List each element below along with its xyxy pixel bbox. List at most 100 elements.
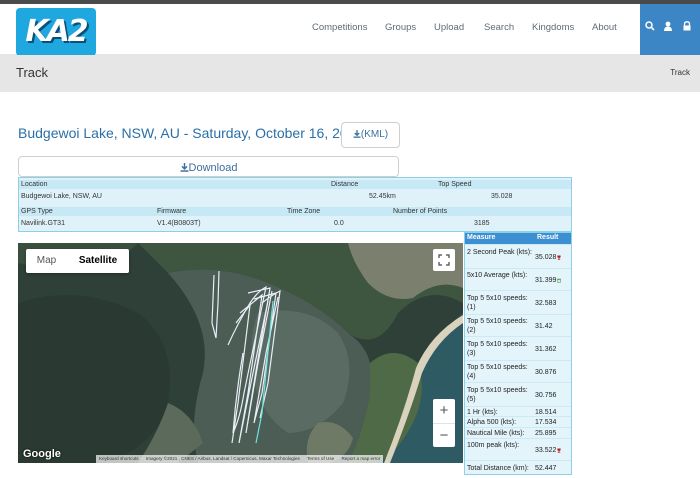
stats-table: Measure Result 2 Second Peak (kts): 35.02…: [464, 232, 572, 475]
nav-competitions[interactable]: Competitions: [312, 4, 367, 55]
stats-measure: Total Distance (km):: [467, 464, 529, 472]
stats-result-value: 31.42: [535, 322, 553, 330]
search-icon[interactable]: [644, 21, 656, 33]
fullscreen-button[interactable]: [433, 249, 455, 271]
imagery-credit: Imagery ©2021 , CNES / Airbus, Landsat /…: [145, 456, 300, 461]
tab-map[interactable]: Map: [26, 249, 67, 273]
nav-about[interactable]: About: [592, 4, 617, 55]
info-header-location: Location: [21, 181, 48, 188]
stats-row: 100m peak (kts): 33.522: [465, 438, 571, 460]
download-icon: [353, 130, 361, 138]
info-header-points: Number of Points: [393, 208, 448, 215]
zoom-controls: + −: [433, 399, 455, 447]
stats-header-row: Measure Result: [465, 233, 571, 244]
stats-result: 25.895: [535, 429, 556, 438]
stats-measure: Top 5 5x10 speeds: (2): [467, 318, 528, 334]
stats-measure: Alpha 500 (kts):: [467, 419, 517, 426]
nav-upload[interactable]: Upload: [434, 4, 464, 55]
header-icon-bar: [640, 4, 700, 55]
info-points-value: 3185: [474, 220, 490, 227]
stats-result-value: 30.876: [535, 368, 557, 376]
zoom-out-button[interactable]: −: [433, 423, 455, 447]
logo-text: KA2: [25, 14, 88, 49]
info-header-row-1: [19, 180, 571, 189]
stats-row: Nautical Mile (kts): 25.895: [465, 427, 571, 438]
map-attribution: Keyboard shortcuts Imagery ©2021 , CNES …: [96, 455, 384, 463]
stats-measure: Top 5 5x10 speeds: (1): [467, 295, 528, 311]
stats-measure: 100m peak (kts):: [467, 442, 520, 449]
site-logo[interactable]: KA2: [16, 8, 96, 56]
nav-search[interactable]: Search: [484, 4, 514, 55]
stats-row: 1 Hr (kts): 18.514: [465, 406, 571, 416]
google-logo: Google: [23, 448, 61, 460]
track-info-table: Location Distance Top Speed Budgewoi Lak…: [18, 177, 572, 232]
info-header-time-zone: Time Zone: [287, 208, 321, 215]
stats-row: Total Distance (km): 52.447: [465, 460, 571, 474]
breadcrumb-bar: Track Track: [0, 55, 700, 92]
stats-measure: 2 Second Peak (kts):: [467, 249, 532, 256]
zoom-in-button[interactable]: +: [433, 399, 455, 423]
stats-result: 31.399: [535, 276, 562, 285]
download-icon: [180, 163, 188, 172]
trophy-icon: [557, 255, 562, 260]
user-icon[interactable]: [662, 21, 674, 33]
breadcrumb-current: Track: [670, 68, 690, 77]
stats-result-value: 17.534: [535, 419, 557, 426]
info-time-zone-value: 0.0: [334, 220, 344, 227]
info-gps-type-value: Navilink.GT31: [21, 220, 65, 227]
kml-download-button[interactable]: (KML): [341, 122, 400, 148]
info-header-top-speed: Top Speed: [438, 181, 472, 188]
stats-result-value: 18.514: [535, 408, 557, 416]
tab-satellite[interactable]: Satellite: [67, 249, 129, 273]
kml-label: (KML): [360, 129, 389, 140]
info-header-firmware: Firmware: [157, 208, 187, 215]
stats-result: 31.42: [535, 322, 553, 331]
download-button[interactable]: Download: [18, 156, 399, 177]
stats-result: 30.876: [535, 368, 556, 377]
stats-row: 2 Second Peak (kts): 35.028: [465, 244, 571, 268]
stats-header-result: Result: [537, 234, 559, 241]
stats-result: 52.447: [535, 464, 556, 473]
fullscreen-icon: [438, 254, 450, 266]
stats-result-value: 25.895: [535, 430, 557, 437]
stats-result-value: 33.522: [535, 446, 557, 454]
stats-row: Alpha 500 (kts): 17.534: [465, 416, 571, 427]
stats-result: 32.583: [535, 299, 556, 308]
info-firmware-value: V1.4(B0803T): [157, 220, 201, 227]
terms-of-use-link[interactable]: Terms of Use: [304, 456, 337, 461]
lock-icon[interactable]: [681, 21, 693, 33]
report-map-error-link[interactable]: Report a map error: [338, 456, 383, 461]
stats-row: 5x10 Average (kts): 31.399: [465, 268, 571, 290]
stats-measure: Top 5 5x10 speeds: (3): [467, 341, 528, 357]
nav-kingdoms[interactable]: Kingdoms: [532, 4, 574, 55]
info-distance-value: 52.45km: [369, 193, 396, 200]
stats-row: Top 5 5x10 speeds: (2) 31.42: [465, 314, 571, 336]
site-header: KA2 Competitions Groups Upload Search Ki…: [0, 4, 700, 56]
download-label: Download: [188, 162, 238, 174]
stats-result-value: 52.447: [535, 464, 557, 472]
stats-measure: Nautical Mile (kts):: [467, 430, 525, 437]
track-title: Budgewoi Lake, NSW, AU - Saturday, Octob…: [18, 125, 364, 141]
info-location-value: Budgewoi Lake, NSW, AU: [21, 193, 102, 200]
stats-measure: 5x10 Average (kts):: [467, 272, 528, 279]
calendar-icon: [557, 278, 562, 283]
nav-groups[interactable]: Groups: [385, 4, 416, 55]
stats-result: 33.522: [535, 446, 562, 455]
stats-row: Top 5 5x10 speeds: (1) 32.583: [465, 290, 571, 314]
stats-row: Top 5 5x10 speeds: (5) 30.756: [465, 382, 571, 406]
stats-result-value: 31.362: [535, 345, 557, 353]
trophy-icon: [557, 448, 562, 453]
track-map[interactable]: Map Satellite + − Google Keyboard shortc…: [18, 243, 463, 463]
stats-result-value: 31.399: [535, 276, 557, 284]
stats-result-value: 32.583: [535, 299, 557, 307]
map-type-tabs: Map Satellite: [26, 249, 129, 273]
info-header-distance: Distance: [331, 181, 359, 188]
stats-measure: Top 5 5x10 speeds: (4): [467, 364, 528, 380]
stats-header-measure: Measure: [467, 234, 496, 241]
stats-result-value: 30.756: [535, 391, 557, 399]
keyboard-shortcuts-link[interactable]: Keyboard shortcuts: [96, 456, 142, 461]
info-header-gps-type: GPS Type: [21, 208, 53, 215]
stats-result: 17.534: [535, 418, 556, 427]
stats-result: 31.362: [535, 345, 556, 354]
page-title: Track: [16, 65, 49, 80]
